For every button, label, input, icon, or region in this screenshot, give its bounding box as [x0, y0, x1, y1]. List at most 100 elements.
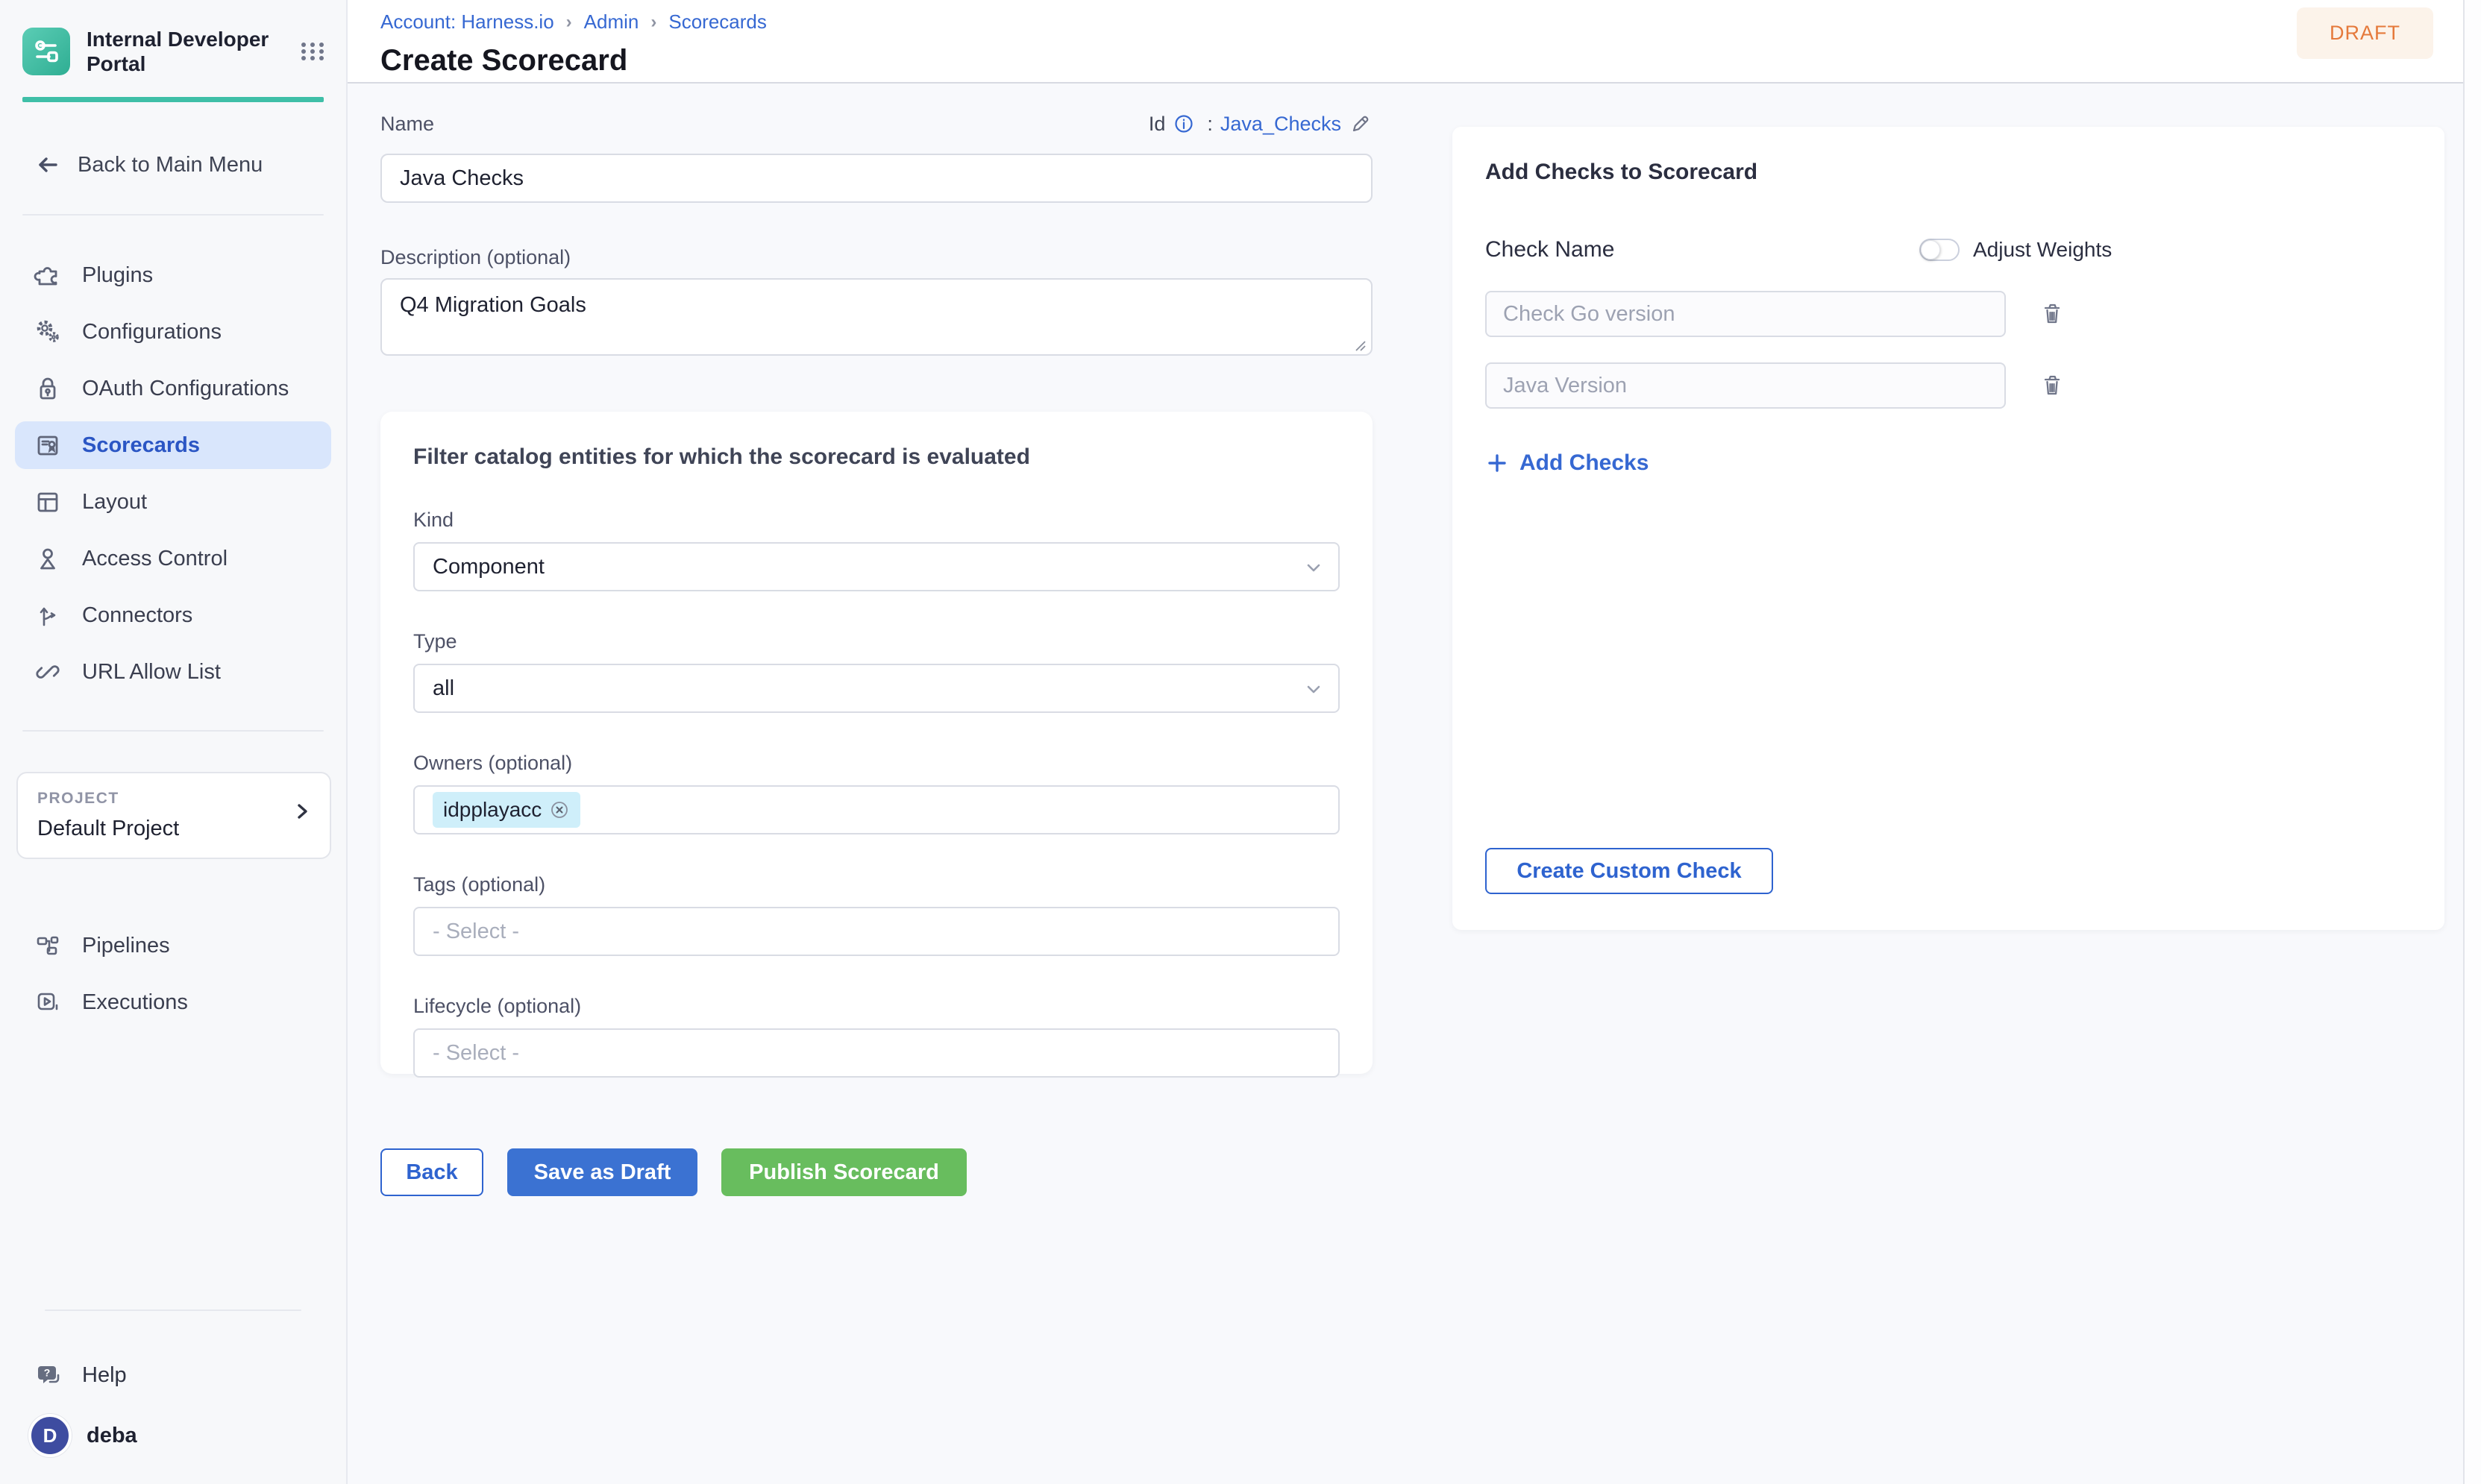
user-menu[interactable]: D deba [28, 1414, 137, 1457]
trash-icon [2039, 299, 2066, 329]
project-selector[interactable]: PROJECT Default Project [16, 772, 331, 859]
breadcrumb: Account: Harness.io › Admin › Scorecards [380, 10, 2463, 34]
edit-pencil-icon[interactable] [1349, 112, 1373, 136]
sidebar: Internal Developer Portal Back to Main M… [0, 0, 348, 1484]
breadcrumb-account[interactable]: Account: Harness.io [380, 10, 554, 34]
back-label: Back to Main Menu [78, 153, 263, 177]
id-value-link[interactable]: Java_Checks [1220, 113, 1341, 136]
breadcrumb-admin[interactable]: Admin [584, 10, 639, 34]
remove-chip-icon[interactable] [549, 799, 570, 820]
kind-label: Kind [413, 509, 1340, 532]
sidebar-divider [22, 214, 324, 216]
main-area: Account: Harness.io › Admin › Scorecards… [348, 0, 2463, 1484]
sidebar-item-configurations[interactable]: Configurations [15, 308, 331, 356]
delete-check-button[interactable] [2036, 368, 2068, 403]
sidebar-item-label: OAuth Configurations [82, 377, 289, 401]
tags-placeholder: - Select - [433, 919, 519, 944]
page-title: Create Scorecard [380, 44, 2463, 78]
lock-icon [33, 374, 63, 403]
status-badge: DRAFT [2297, 7, 2433, 59]
breadcrumb-scorecards[interactable]: Scorecards [668, 10, 767, 34]
tags-label: Tags (optional) [413, 873, 1340, 896]
sidebar-item-url-allow-list[interactable]: URL Allow List [15, 648, 331, 696]
adjust-weights-label: Adjust Weights [1973, 238, 2112, 262]
id-separator: : [1207, 113, 1213, 136]
avatar-initial: D [43, 1424, 57, 1447]
pipelines-icon [33, 931, 63, 960]
add-checks-panel: Add Checks to Scorecard Check Name Adjus… [1452, 127, 2444, 930]
id-label: Id [1149, 113, 1166, 136]
lifecycle-label: Lifecycle (optional) [413, 995, 1340, 1018]
scorecard-form: Name Id : Java_Checks [380, 110, 1373, 1196]
help-chat-icon: ? [33, 1360, 66, 1390]
filter-card: Filter catalog entities for which the sc… [380, 412, 1373, 1074]
sidebar-item-label: Scorecards [82, 433, 200, 458]
name-row: Name Id : Java_Checks [380, 110, 1373, 137]
owner-chip-label: idpplayacc [443, 798, 542, 822]
check-input-1[interactable] [1485, 291, 2006, 337]
chevron-down-icon [1304, 680, 1323, 699]
publish-scorecard-button[interactable]: Publish Scorecard [721, 1148, 967, 1196]
content: Name Id : Java_Checks [348, 85, 2463, 1484]
sidebar-item-label: Layout [82, 490, 147, 515]
sidebar-item-label: Pipelines [82, 934, 170, 958]
save-as-draft-button[interactable]: Save as Draft [507, 1148, 697, 1196]
scrollbar-track[interactable] [2463, 0, 2481, 1484]
help-button[interactable]: ? Help [33, 1360, 127, 1390]
sidebar-item-layout[interactable]: Layout [15, 478, 331, 526]
svg-text:?: ? [44, 1367, 51, 1379]
filter-title: Filter catalog entities for which the sc… [413, 444, 1340, 470]
sidebar-item-pipelines[interactable]: Pipelines [15, 922, 331, 969]
scorecard-icon [33, 430, 63, 460]
person-icon [33, 544, 63, 573]
type-value: all [433, 676, 454, 701]
name-input[interactable] [380, 154, 1373, 203]
back-button[interactable]: Back [380, 1148, 483, 1196]
adjust-weights-toggle[interactable] [1919, 239, 1960, 261]
add-checks-label: Add Checks [1519, 450, 1649, 476]
breadcrumb-separator: › [649, 12, 658, 33]
help-label: Help [82, 1363, 127, 1388]
brand-accent-rule [22, 97, 324, 102]
sidebar-project-menu: Pipelines Executions [0, 922, 346, 1026]
sidebar-item-connectors[interactable]: Connectors [15, 591, 331, 639]
sidebar-item-access-control[interactable]: Access Control [15, 535, 331, 582]
trash-icon [2039, 371, 2066, 400]
info-icon[interactable] [1173, 113, 1195, 135]
create-custom-check-button[interactable]: Create Custom Check [1485, 848, 1773, 894]
lifecycle-select[interactable]: - Select - [413, 1028, 1340, 1078]
description-wrap: Q4 Migration Goals [380, 278, 1373, 359]
sidebar-divider [22, 730, 324, 732]
sidebar-item-executions[interactable]: Executions [15, 978, 331, 1026]
description-textarea[interactable]: Q4 Migration Goals [380, 278, 1373, 356]
link-icon [33, 657, 63, 687]
owners-input[interactable]: idpplayacc [413, 785, 1340, 834]
user-name: deba [87, 1424, 137, 1448]
sidebar-item-plugins[interactable]: Plugins [15, 251, 331, 299]
sidebar-item-label: Plugins [82, 263, 153, 288]
chevron-right-icon [291, 800, 313, 823]
sidebar-item-scorecards[interactable]: Scorecards [15, 421, 331, 469]
back-to-main-menu[interactable]: Back to Main Menu [33, 150, 346, 180]
kind-select[interactable]: Component [413, 542, 1340, 591]
delete-check-button[interactable] [2036, 296, 2068, 332]
app-grid-icon[interactable] [298, 37, 327, 66]
name-label: Name [380, 113, 434, 136]
type-label: Type [413, 630, 1340, 653]
type-select[interactable]: all [413, 664, 1340, 713]
app-root: Internal Developer Portal Back to Main M… [0, 0, 2481, 1484]
page-header: Account: Harness.io › Admin › Scorecards… [348, 0, 2463, 84]
tags-select[interactable]: - Select - [413, 907, 1340, 956]
add-checks-link[interactable]: Add Checks [1485, 450, 2412, 476]
form-actions: Back Save as Draft Publish Scorecard [380, 1148, 1373, 1196]
check-name-label: Check Name [1485, 237, 1614, 262]
toggle-knob [1921, 240, 1940, 260]
resize-grip-icon[interactable] [1352, 337, 1367, 352]
lifecycle-placeholder: - Select - [433, 1041, 519, 1066]
puzzle-icon [33, 260, 63, 290]
brand: Internal Developer Portal [0, 0, 346, 76]
executions-icon [33, 987, 63, 1017]
check-input-2[interactable] [1485, 362, 2006, 409]
project-name: Default Project [37, 817, 310, 841]
sidebar-item-oauth-configurations[interactable]: OAuth Configurations [15, 365, 331, 412]
